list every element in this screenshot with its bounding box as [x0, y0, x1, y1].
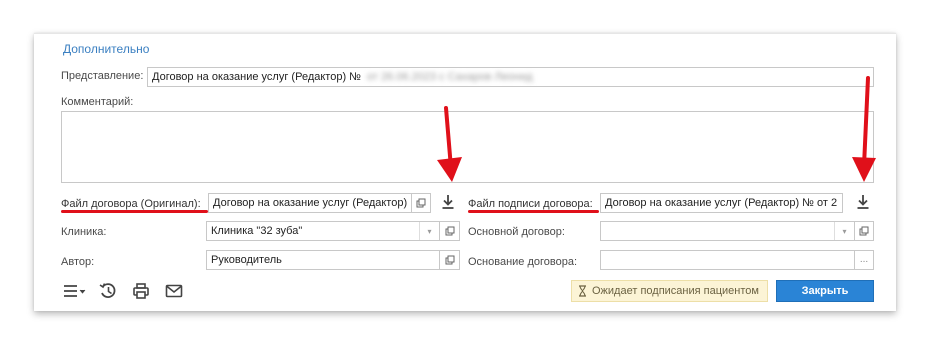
annotation-arrow-left	[437, 106, 462, 182]
annotation-overlay	[437, 76, 876, 182]
annotation-arrow-right	[852, 76, 876, 182]
